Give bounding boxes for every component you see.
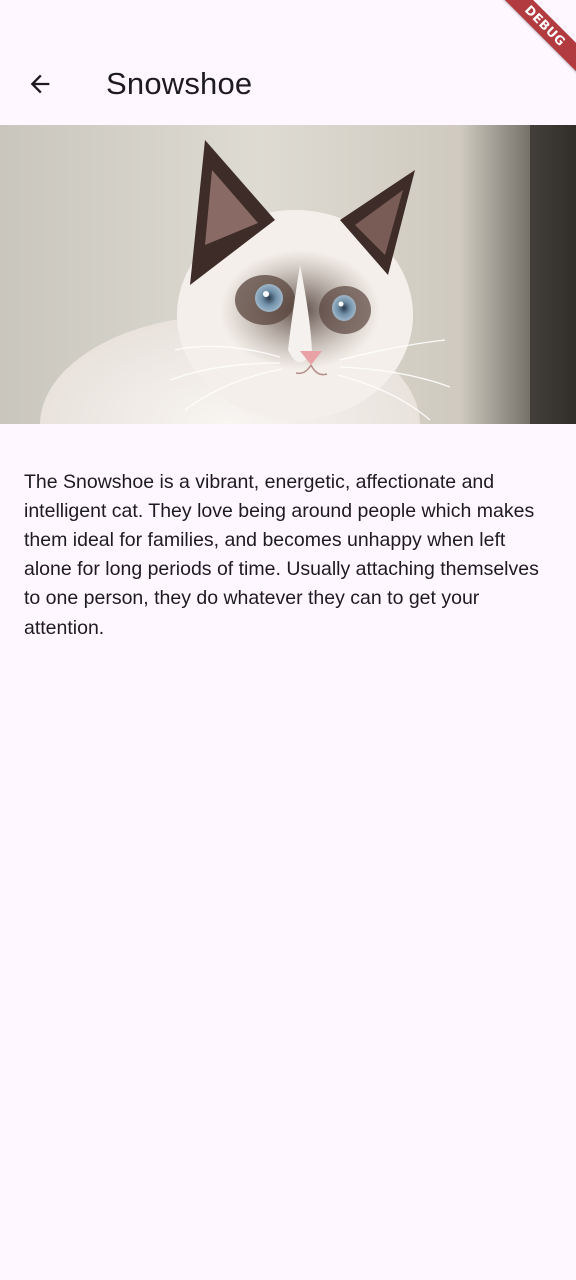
breed-description: The Snowshoe is a vibrant, energetic, af…	[24, 470, 539, 639]
back-button[interactable]	[18, 62, 62, 106]
page-title: Snowshoe	[106, 66, 253, 101]
screen: Snowshoe The Snowshoe is a vibrant, ener…	[0, 0, 576, 1280]
app-bar: Snowshoe	[0, 0, 576, 125]
arrow-back-icon	[26, 70, 54, 98]
cat-photo	[0, 125, 576, 424]
